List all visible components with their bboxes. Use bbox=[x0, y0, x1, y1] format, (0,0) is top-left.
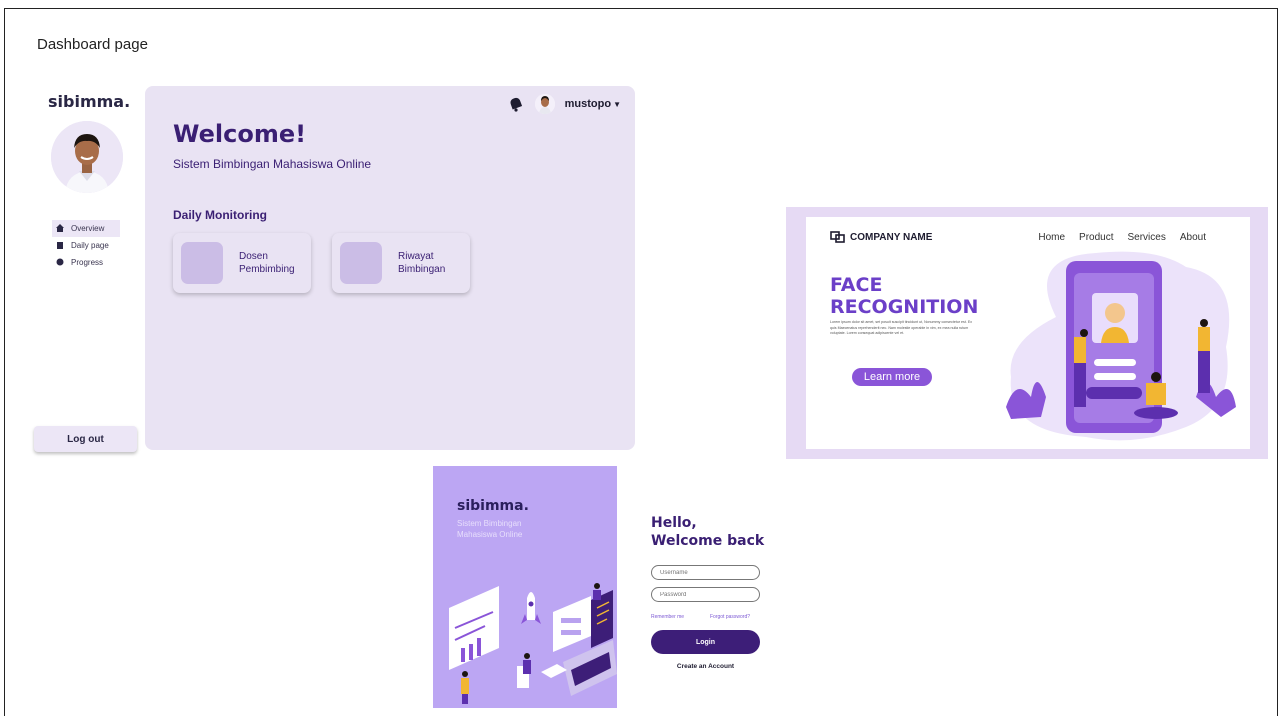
company-logo: COMPANY NAME bbox=[830, 231, 932, 243]
login-greeting-line2: Welcome back bbox=[651, 533, 765, 549]
user-avatar[interactable] bbox=[534, 94, 555, 114]
learn-more-button[interactable]: Learn more bbox=[852, 368, 932, 386]
hero-title-line1: FACE bbox=[830, 274, 883, 296]
notification-bell-icon[interactable] bbox=[507, 95, 525, 113]
hero-title: FACE RECOGNITION bbox=[830, 274, 978, 318]
card-thumbnail bbox=[340, 242, 382, 284]
remember-me-checkbox[interactable]: Remember me bbox=[651, 614, 684, 620]
card-label: Dosen Pembimbing bbox=[239, 251, 295, 275]
sidebar-item-progress[interactable]: Progress bbox=[52, 254, 120, 271]
company-name: COMPANY NAME bbox=[850, 231, 933, 243]
login-hero-panel: sibimma. Sistem Bimbingan Mahasiswa Onli… bbox=[433, 466, 617, 708]
brand-logo: sibimma. bbox=[48, 92, 131, 111]
card-thumbnail bbox=[181, 242, 223, 284]
user-topbar: mustopo ▼ bbox=[507, 94, 621, 114]
hero-title-line2: RECOGNITION bbox=[830, 296, 979, 318]
progress-icon bbox=[56, 258, 66, 268]
forgot-password-link[interactable]: Forgot password? bbox=[710, 614, 750, 620]
username-label: mustopo bbox=[564, 98, 612, 110]
book-icon bbox=[56, 241, 66, 251]
landing-preview: COMPANY NAME Home Product Services About… bbox=[786, 207, 1268, 459]
sidebar-item-daily-page[interactable]: Daily page bbox=[52, 237, 120, 254]
dashboard-main-panel: mustopo ▼ Welcome! Sistem Bimbingan Maha… bbox=[145, 86, 635, 450]
card-label: Riwayat Bimbingan bbox=[398, 251, 446, 275]
profile-avatar bbox=[51, 121, 123, 193]
hero-body-text: Lorem ipsum dolor sit amet, set posuit s… bbox=[830, 320, 973, 335]
chevron-down-icon: ▼ bbox=[613, 99, 621, 109]
face-recognition-illustration bbox=[1006, 251, 1236, 441]
page-title: Dashboard page bbox=[37, 36, 148, 53]
card-riwayat-bimbingan[interactable]: Riwayat Bimbingan bbox=[332, 233, 470, 293]
sidebar-item-label: Daily page bbox=[71, 241, 109, 250]
nav-product[interactable]: Product bbox=[1079, 232, 1113, 243]
create-account-link[interactable]: Create an Account bbox=[651, 663, 760, 670]
person-photo-icon bbox=[51, 121, 123, 193]
user-menu[interactable]: mustopo ▼ bbox=[565, 98, 621, 110]
login-tagline: Sistem Bimbingan Mahasiswa Online bbox=[457, 519, 523, 539]
nav-services[interactable]: Services bbox=[1128, 232, 1166, 243]
login-button[interactable]: Login bbox=[651, 630, 760, 654]
login-brand: sibimma. bbox=[457, 498, 529, 514]
landing-page: COMPANY NAME Home Product Services About… bbox=[806, 217, 1250, 449]
sidebar-nav: Overview Daily page Progress bbox=[52, 220, 120, 271]
sidebar-item-label: Progress bbox=[71, 258, 104, 267]
login-greeting-line1: Hello, bbox=[651, 515, 697, 531]
card-dosen-pembimbing[interactable]: Dosen Pembimbing bbox=[173, 233, 311, 293]
landing-nav: Home Product Services About bbox=[1038, 232, 1206, 243]
nav-about[interactable]: About bbox=[1180, 232, 1206, 243]
sidebar-item-label: Overview bbox=[71, 224, 105, 233]
login-greeting: Hello, Welcome back bbox=[651, 514, 764, 550]
logout-button[interactable]: Log out bbox=[34, 426, 137, 452]
section-title: Daily Monitoring bbox=[173, 208, 267, 222]
home-icon bbox=[56, 223, 66, 234]
password-input[interactable] bbox=[651, 587, 760, 602]
welcome-subtitle: Sistem Bimbingan Mahasiswa Online bbox=[173, 157, 372, 171]
welcome-heading: Welcome! bbox=[173, 120, 307, 148]
company-logo-icon bbox=[830, 231, 845, 243]
sidebar-item-overview[interactable]: Overview bbox=[52, 220, 120, 237]
username-input[interactable] bbox=[651, 565, 760, 580]
nav-home[interactable]: Home bbox=[1038, 232, 1065, 243]
isometric-workspace-illustration bbox=[449, 583, 617, 704]
